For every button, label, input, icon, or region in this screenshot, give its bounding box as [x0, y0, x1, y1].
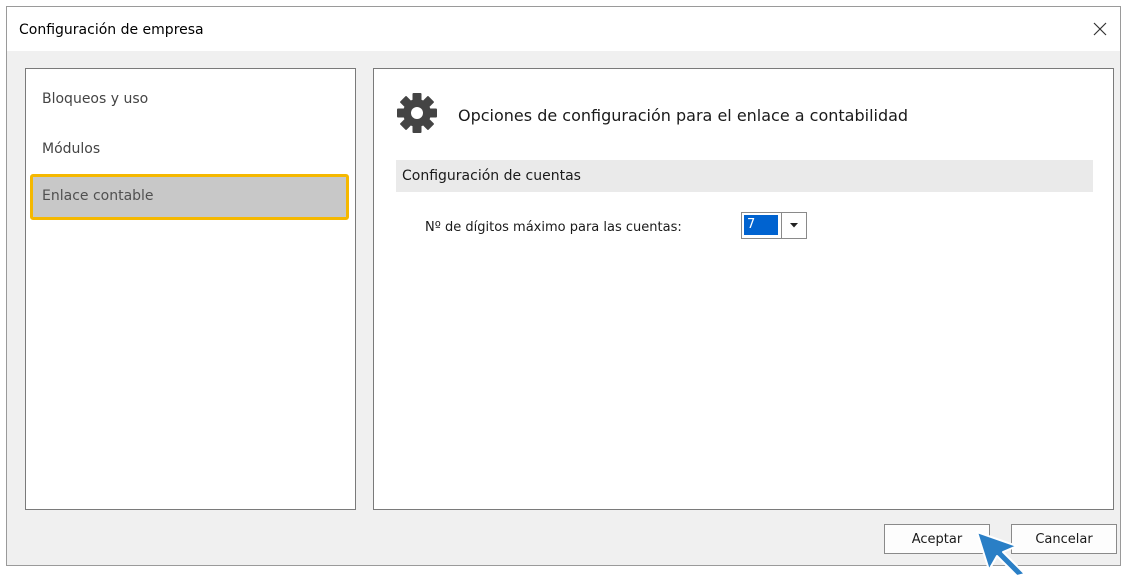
gear-icon [396, 92, 438, 134]
window-title: Configuración de empresa [19, 22, 204, 38]
sidebar-item-label: Bloqueos y uso [42, 91, 149, 107]
sidebar-item-label: Enlace contable [42, 188, 154, 204]
content-panel: Opciones de configuración para el enlace… [373, 68, 1114, 510]
section-title: Configuración de cuentas [402, 168, 581, 184]
sidebar-item-modulos[interactable]: Módulos [30, 127, 349, 173]
sidebar-item-label: Módulos [42, 141, 101, 157]
max-digits-value[interactable]: 7 [744, 215, 778, 235]
dropdown-arrow-button[interactable] [781, 213, 806, 238]
max-digits-dropdown[interactable]: 7 [741, 212, 807, 239]
chevron-down-icon [790, 223, 798, 228]
section-header: Configuración de cuentas [396, 160, 1093, 192]
configuration-dialog: Configuración de empresa Bloqueos y uso … [6, 6, 1121, 566]
max-digits-label: Nº de dígitos máximo para las cuentas: [425, 220, 682, 235]
sidebar-item-bloqueos[interactable]: Bloqueos y uso [30, 77, 349, 123]
sidebar-item-enlace-contable[interactable]: Enlace contable [30, 174, 349, 220]
panel-header-title: Opciones de configuración para el enlace… [458, 106, 909, 125]
accept-button[interactable]: Aceptar [884, 524, 990, 554]
title-bar: Configuración de empresa [7, 7, 1120, 51]
close-icon [1093, 22, 1107, 36]
close-button[interactable] [1080, 7, 1120, 51]
sidebar-panel: Bloqueos y uso Módulos Enlace contable [25, 68, 356, 510]
cancel-button[interactable]: Cancelar [1011, 524, 1117, 554]
